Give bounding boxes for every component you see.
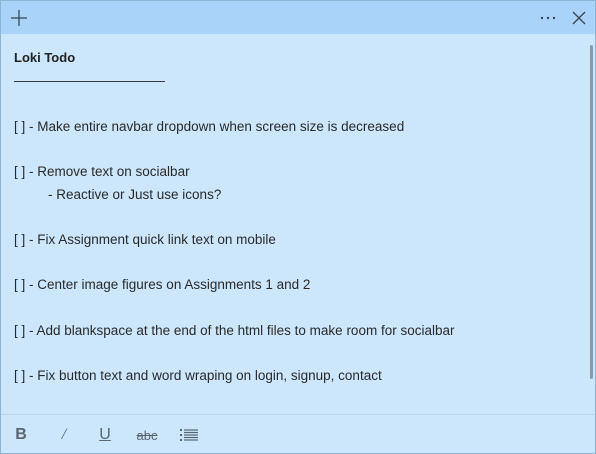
italic-button[interactable]: / xyxy=(57,424,71,446)
strikethrough-button[interactable]: abc xyxy=(133,424,161,446)
todo-item: [ ] - Add blankspace at the end of the h… xyxy=(14,323,455,338)
todo-item: [ ] - Make entire navbar dropdown when s… xyxy=(14,119,405,134)
underline-button[interactable]: U xyxy=(97,424,113,446)
plus-icon xyxy=(11,10,27,26)
note-title: Loki Todo xyxy=(14,50,76,65)
bulleted-list-icon xyxy=(180,429,198,441)
bulleted-list-button[interactable] xyxy=(179,424,199,446)
todo-subitem: - Reactive or Just use icons? xyxy=(48,187,222,202)
more-horizontal-icon xyxy=(540,16,556,20)
new-note-button[interactable] xyxy=(6,5,32,31)
todo-item: [ ] - Center image figures on Assignment… xyxy=(14,277,311,292)
close-button[interactable] xyxy=(566,5,592,31)
todo-item: [ ] - Fix button text and word wraping o… xyxy=(14,368,382,383)
title-bar[interactable] xyxy=(1,1,595,34)
sticky-note-window: Loki Todo [ ] - Make entire navbar dropd… xyxy=(0,0,596,454)
more-options-button[interactable] xyxy=(535,5,561,31)
note-editor[interactable]: Loki Todo [ ] - Make entire navbar dropd… xyxy=(1,34,589,414)
close-icon xyxy=(572,11,586,25)
vertical-scrollbar[interactable] xyxy=(590,45,593,379)
formatting-toolbar: B / U abc xyxy=(1,414,595,454)
title-underline-divider xyxy=(14,81,165,82)
todo-item: [ ] - Fix Assignment quick link text on … xyxy=(14,232,276,247)
bold-button[interactable]: B xyxy=(13,424,29,446)
todo-item: [ ] - Remove text on socialbar xyxy=(14,164,190,179)
